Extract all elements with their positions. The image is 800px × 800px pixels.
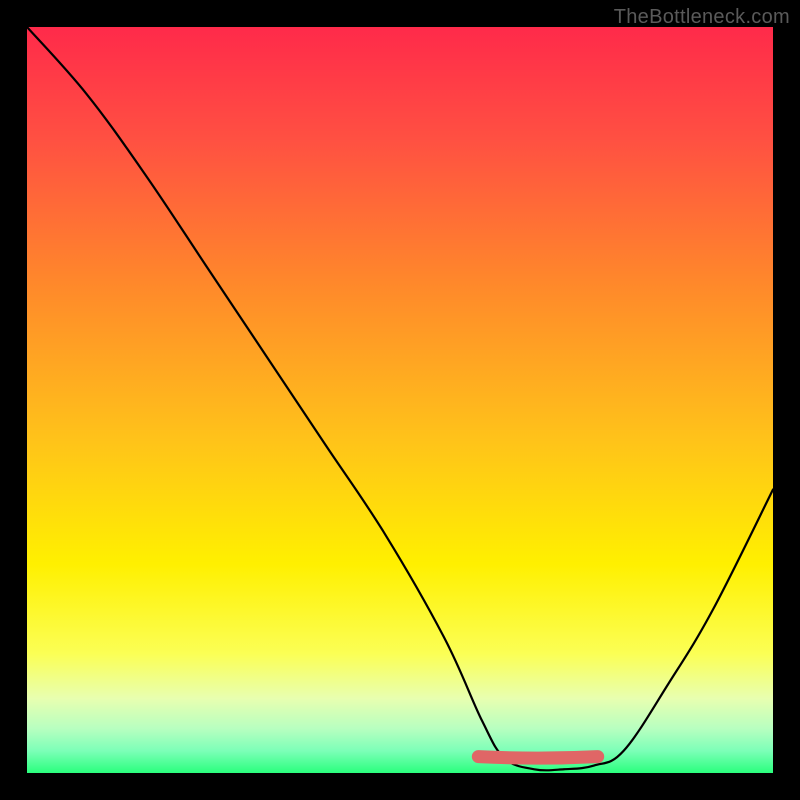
chart-svg — [27, 27, 773, 773]
watermark-text: TheBottleneck.com — [614, 6, 790, 29]
curve-line — [27, 27, 773, 770]
flat-highlight-segment — [478, 757, 597, 759]
